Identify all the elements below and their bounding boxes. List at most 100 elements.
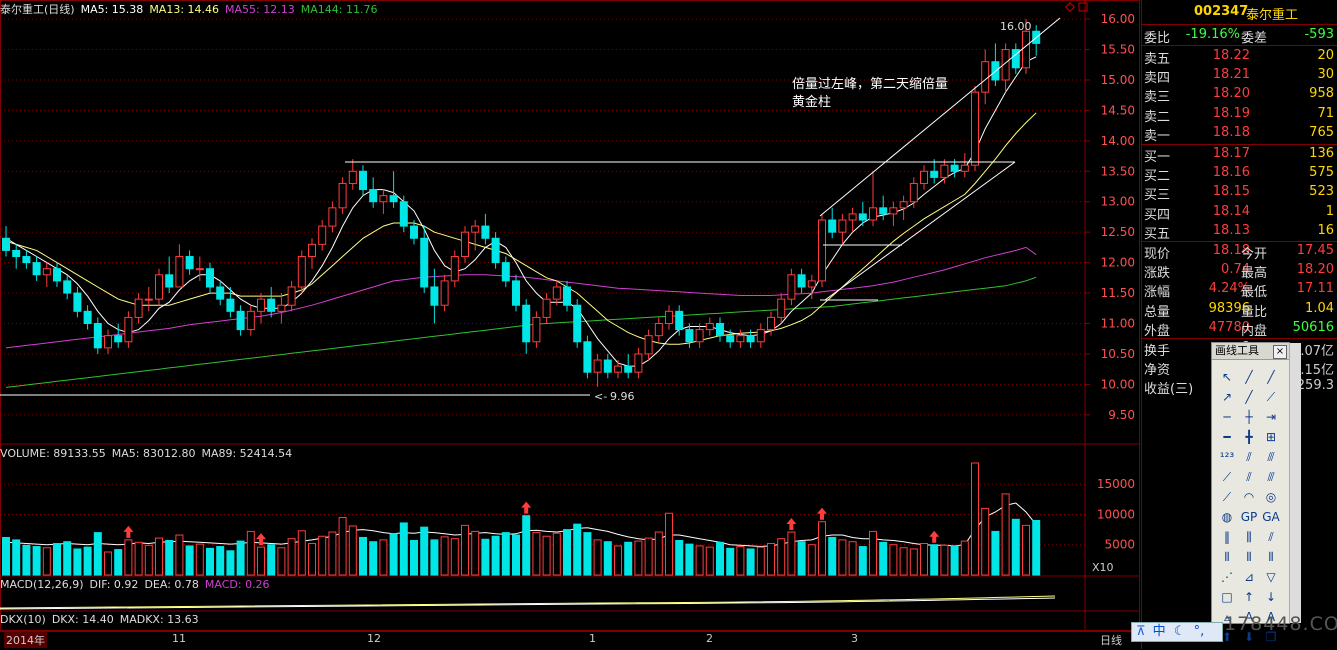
- draw-tool-icon[interactable]: GA: [1260, 507, 1282, 527]
- draw-tool-icon[interactable]: ⊿: [1238, 567, 1260, 587]
- draw-tool-icon[interactable]: ╋: [1238, 427, 1260, 447]
- volume-bar: [359, 536, 367, 576]
- draw-tool-icon[interactable]: ⋰: [1216, 567, 1238, 587]
- volume-bar: [583, 532, 592, 576]
- close-icon[interactable]: ×: [1273, 345, 1287, 359]
- candle: [267, 286, 276, 318]
- bid-level: 买一 18.17 136: [1142, 146, 1336, 165]
- draw-tool-icon[interactable]: ⟋: [1216, 467, 1238, 487]
- draw-tool-icon[interactable]: ↓: [1260, 587, 1282, 607]
- stat-row-value2: 1.04: [1305, 300, 1334, 316]
- volume-bar: [338, 516, 347, 576]
- volume-bar: [389, 533, 398, 576]
- ma13-value: MA13: 14.46: [149, 3, 220, 16]
- volume-bar: [818, 521, 826, 576]
- draw-tool-icon[interactable]: ⦀: [1216, 547, 1238, 567]
- draw-tool-icon[interactable]: ⫽: [1238, 467, 1260, 487]
- volume-bar: [155, 537, 163, 576]
- candle: [359, 165, 367, 196]
- draw-tool-icon[interactable]: ◍: [1216, 507, 1238, 527]
- price-tick-label: 15.00: [1101, 73, 1135, 87]
- drawing-tools-palette[interactable]: 画线工具 × ↖ ╱ ╱ ↗ ╱ ⟋ ─ ┼ ⇥ ━ ╋ ⊞ ¹²³ ⫽ ⫻ ⟋ ⫽ ⫻ ⟋ ◠ ◎ ◍ GP GA ‖ ⫼ ⫽ ⦀ ⦀…: [1211, 342, 1301, 644]
- draw-tool-icon[interactable]: ◎: [1260, 487, 1282, 507]
- volume-bar: [675, 539, 684, 576]
- quote-title-row: 002347 泰尔重工: [1142, 4, 1336, 23]
- volume-bar: [104, 551, 112, 576]
- period-selector[interactable]: 日线: [1100, 632, 1122, 648]
- volume-bar: [287, 538, 296, 576]
- draw-tool-icon[interactable]: ‖: [1216, 527, 1238, 547]
- candle: [257, 293, 265, 324]
- bid-level-value2: 523: [1309, 184, 1334, 200]
- volume-bar: [277, 547, 286, 576]
- volume-bar: [532, 532, 541, 576]
- draw-tool-icon[interactable]: ⫽: [1238, 447, 1260, 467]
- up-arrow-icon: [929, 530, 940, 543]
- draw-tool-icon[interactable]: □: [1216, 587, 1238, 607]
- draw-tool-icon[interactable]: ━: [1216, 427, 1238, 447]
- volume-bar: [12, 539, 21, 576]
- toolbox-scrollbar[interactable]: [1289, 343, 1301, 623]
- draw-tool-icon[interactable]: ⦀: [1260, 547, 1282, 567]
- candle: [889, 201, 898, 227]
- vol-ma5-value: MA5: 83012.80: [111, 447, 196, 460]
- candle: [93, 317, 102, 354]
- ime-status-bar[interactable]: ⊼ 中 ☾ °,: [1131, 622, 1223, 642]
- draw-tool-icon[interactable]: ⇥: [1260, 407, 1282, 427]
- draw-tool-icon[interactable]: GP: [1238, 507, 1260, 527]
- draw-tool-icon[interactable]: ▽: [1260, 567, 1282, 587]
- candle: [236, 305, 245, 336]
- bid-level: 买四 18.14 1: [1142, 204, 1336, 223]
- timeline-dec: 12: [367, 632, 381, 645]
- ime-mode[interactable]: 中: [1153, 624, 1166, 639]
- draw-tool-icon[interactable]: ⟋: [1260, 387, 1282, 407]
- draw-tool-icon[interactable]: ⦀: [1238, 547, 1260, 567]
- annotation-line2: 黄金柱: [792, 94, 831, 110]
- dkx-value: DKX: 14.40: [51, 613, 114, 626]
- weibi-value: -19.16%: [1185, 27, 1240, 42]
- draw-tool-icon[interactable]: ╱: [1260, 367, 1282, 387]
- candle: [879, 195, 888, 220]
- ask-level-value2: 71: [1317, 105, 1334, 121]
- draw-tool-icon[interactable]: ↗: [1216, 387, 1238, 407]
- bid-level-value: 18.16: [1212, 165, 1250, 181]
- volume-bar: [348, 525, 357, 576]
- volume-bar: [848, 541, 857, 576]
- stat-row-value: 0.74: [1221, 262, 1250, 278]
- draw-tool-icon[interactable]: ─: [1216, 407, 1238, 427]
- bid-level-label: 买一: [1144, 150, 1171, 165]
- stat-row-value: 18.18: [1212, 243, 1250, 258]
- price-indicator-header: 泰尔重工(日线) MA5: 15.38 MA13: 14.46 MA55: 12.13…: [0, 1, 383, 17]
- draw-tool-icon[interactable]: ┼: [1238, 407, 1260, 427]
- price-tick-label: 16.00: [1101, 12, 1135, 26]
- volume-axis: 5000 10000 15000: [1097, 477, 1135, 552]
- high-price-label: 16.00: [1000, 20, 1032, 33]
- candle: [73, 286, 82, 318]
- draw-tool-icon[interactable]: ⫻: [1260, 447, 1282, 467]
- volume-bar: [471, 530, 480, 576]
- draw-tool-icon[interactable]: ¹²³: [1216, 447, 1238, 467]
- stat-row-label2: 今开: [1241, 247, 1268, 262]
- ask-level-label: 卖四: [1144, 71, 1171, 87]
- draw-tool-icon[interactable]: ⊞: [1260, 427, 1282, 447]
- stock-code: 002347: [1194, 4, 1249, 19]
- draw-tool-icon[interactable]: ◠: [1238, 487, 1260, 507]
- volume-bar: [787, 531, 796, 576]
- draw-tool-icon[interactable]: ↑: [1238, 587, 1260, 607]
- draw-tool-icon[interactable]: ⫼: [1238, 527, 1260, 547]
- stat-row: 外盘 47780 内盘 50616: [1142, 320, 1336, 339]
- draw-tool-icon[interactable]: ↖: [1216, 367, 1238, 387]
- draw-tool-icon[interactable]: ⟋: [1216, 487, 1238, 507]
- draw-tool-icon[interactable]: ⫽: [1260, 527, 1282, 547]
- draw-tool-icon[interactable]: ╱: [1238, 367, 1260, 387]
- candle: [532, 311, 541, 348]
- price-tick-label: 10.00: [1101, 377, 1135, 391]
- candle: [134, 293, 143, 324]
- volume-bar: [705, 546, 714, 576]
- candle: [695, 323, 704, 348]
- candle: [328, 201, 337, 233]
- draw-tool-icon[interactable]: ⫻: [1260, 467, 1282, 487]
- corner-icons: [1065, 2, 1088, 12]
- kline-chart[interactable]: 9.50 10.00 10.50 11.00 11.50 12.00 12.50 13.00 1…: [0, 0, 1140, 649]
- draw-tool-icon[interactable]: ╱: [1238, 387, 1260, 407]
